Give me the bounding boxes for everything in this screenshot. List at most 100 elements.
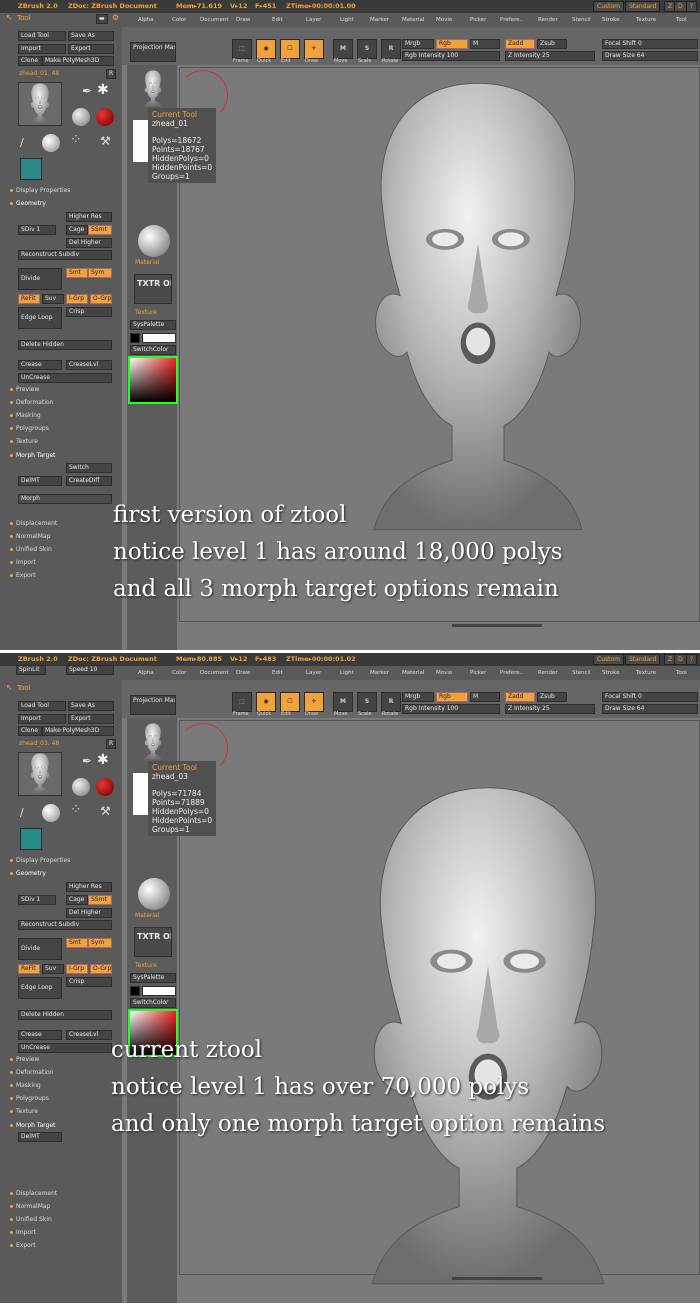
current-tool-preview[interactable] [136, 70, 172, 110]
divide-button[interactable]: Divide [18, 268, 62, 290]
menu-prefere[interactable]: Prefere.. [500, 666, 523, 680]
z-intensity-slider[interactable]: Z Intensity 25 [505, 51, 595, 61]
canvas-viewport[interactable] [179, 720, 700, 1285]
section-import[interactable]: Import [10, 559, 36, 566]
switch-button[interactable]: Switch [66, 463, 112, 473]
section-texture[interactable]: Texture [10, 438, 38, 445]
switchcolor-button[interactable]: SwitchColor [130, 998, 176, 1008]
material-preview[interactable] [138, 225, 170, 257]
tool-move-icon[interactable]: M [333, 692, 353, 712]
m-button[interactable]: M [470, 692, 500, 702]
brush-tool-icon[interactable]: ∕ [20, 806, 24, 819]
zsub-button[interactable]: Zsub [537, 39, 567, 49]
geometry-header[interactable]: Geometry [10, 200, 46, 207]
section-import[interactable]: Import [10, 1229, 36, 1236]
sphere-tool-icon[interactable] [72, 108, 90, 126]
section-unified-skin[interactable]: Unified Skin [10, 546, 52, 553]
export-button[interactable]: Export [68, 44, 114, 54]
speed-slider[interactable]: Speed 10 [66, 665, 114, 675]
white-sphere-tool-icon[interactable] [42, 804, 60, 822]
rgb-button[interactable]: Rgb [436, 692, 468, 702]
menu-tool[interactable]: Tool [676, 666, 687, 680]
menu-movie[interactable]: Movie [436, 666, 452, 680]
r-button[interactable]: R [106, 69, 116, 79]
section-masking[interactable]: Masking [10, 412, 41, 419]
menu-render[interactable]: Render [538, 13, 558, 27]
clone-button[interactable]: Clone [18, 56, 42, 66]
ssmt-button[interactable]: SSmt [88, 225, 112, 235]
morph-target-header[interactable]: Morph Target [10, 452, 55, 459]
gear-icon[interactable]: ⚙ [112, 13, 119, 22]
ssmt-button[interactable]: SSmt [88, 895, 112, 905]
tool-rotate-icon[interactable]: R [381, 39, 401, 59]
draw-size-slider[interactable]: Draw Size 64 [602, 51, 698, 61]
menu-layer[interactable]: Layer [306, 13, 321, 27]
projection-master-button[interactable]: Projection Master [130, 695, 176, 715]
sphere-tool-icon[interactable] [72, 778, 90, 796]
load-tool-button[interactable]: Load Tool [18, 31, 66, 41]
white-sphere-tool-icon[interactable] [42, 134, 60, 152]
rgb-intensity-slider[interactable]: Rgb Intensity 100 [402, 51, 500, 61]
menu-picker[interactable]: Picker [470, 666, 486, 680]
head-model[interactable] [348, 78, 608, 552]
focal-shift-slider[interactable]: Focal Shift 0 [602, 39, 698, 49]
draw-size-slider[interactable]: Draw Size 64 [602, 704, 698, 714]
main-color-swatch[interactable] [130, 986, 140, 996]
import-button[interactable]: Import [18, 714, 66, 724]
menu-alpha[interactable]: Alpha [138, 666, 154, 680]
scroll-handle[interactable] [452, 1277, 542, 1280]
red-sphere-tool-icon[interactable] [96, 108, 114, 126]
menu-stencil[interactable]: Stencil [572, 666, 591, 680]
display-properties-header[interactable]: Display Properties [10, 187, 70, 194]
tool-frame-icon[interactable]: ⬚ [232, 39, 252, 59]
divide-button[interactable]: Divide [18, 938, 62, 960]
mrgb-button[interactable]: Mrgb [402, 39, 434, 49]
delmt-button[interactable]: DelMT [18, 1132, 62, 1142]
menu-color[interactable]: Color [172, 666, 186, 680]
menu-tool[interactable]: Tool [676, 13, 687, 27]
menu-prefere[interactable]: Prefere.. [500, 13, 523, 27]
standard-button[interactable]: Standard [625, 654, 661, 665]
scroll-handle[interactable] [452, 624, 542, 627]
delete-hidden-button[interactable]: Delete Hidden [18, 1010, 112, 1020]
sym-button[interactable]: Sym [88, 268, 112, 278]
cage-button[interactable]: Cage [66, 225, 88, 235]
star-tool-icon[interactable]: ✱ [97, 752, 109, 768]
brush-tool-icon[interactable]: ∕ [20, 136, 24, 149]
tool-quick-icon[interactable]: ◉ [256, 39, 276, 59]
txtr-off-button[interactable]: TXTR OFF [134, 927, 172, 957]
main-color-swatch[interactable] [130, 333, 140, 343]
ogrp-button[interactable]: O-Grp [90, 294, 112, 304]
section-displacement[interactable]: Displacement [10, 1190, 57, 1197]
menu-document[interactable]: Document [200, 666, 229, 680]
uncrease-button[interactable]: UnCrease [18, 1043, 112, 1053]
d-button[interactable]: D [674, 1, 687, 12]
sdiv-slider[interactable]: SDiv 1 [18, 895, 56, 905]
menu-material[interactable]: Material [402, 13, 424, 27]
menu-layer[interactable]: Layer [306, 666, 321, 680]
color-picker[interactable] [128, 356, 178, 404]
section-deformation[interactable]: Deformation [10, 399, 53, 406]
del-higher-button[interactable]: Del Higher [66, 238, 112, 248]
tool-draw-icon[interactable]: ✛ [304, 39, 324, 59]
r-button[interactable]: R [106, 739, 116, 749]
material-button[interactable]: Material [135, 259, 159, 266]
current-tool-preview[interactable] [136, 723, 172, 763]
tool-frame-icon[interactable]: ⬚ [232, 692, 252, 712]
menu-draw[interactable]: Draw [236, 13, 250, 27]
menu-picker[interactable]: Picker [470, 13, 486, 27]
zadd-button[interactable]: Zadd [505, 692, 535, 702]
section-export[interactable]: Export [10, 572, 36, 579]
menu-light[interactable]: Light [340, 13, 354, 27]
igrp-button[interactable]: I-Grp [66, 964, 88, 974]
pen-tool-icon[interactable]: ✒ [82, 754, 92, 768]
menu-texture[interactable]: Texture [636, 13, 656, 27]
higher-res-button[interactable]: Higher Res [66, 212, 112, 222]
focal-shift-slider[interactable]: Focal Shift 0 [602, 692, 698, 702]
menu-light[interactable]: Light [340, 666, 354, 680]
hammer-tool-icon[interactable]: ⚒ [100, 134, 111, 148]
smt-button[interactable]: Smt [66, 268, 88, 278]
save-as-button[interactable]: Save As [68, 701, 114, 711]
texture-button[interactable]: Texture [135, 309, 157, 316]
custom-button[interactable]: Custom [593, 1, 624, 12]
